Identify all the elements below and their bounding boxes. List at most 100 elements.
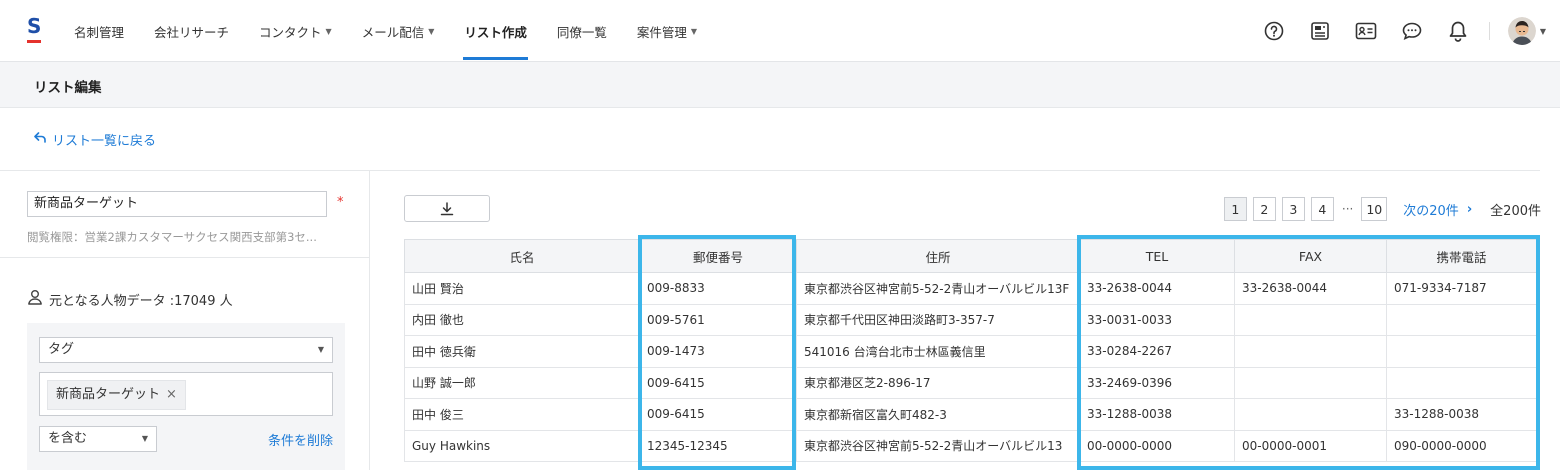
- main-nav: 名刺管理 会社リサーチ コンタクト ▼ メール配信 ▼ リスト作成 同僚一覧 案件管理 ▼: [74, 0, 727, 62]
- delete-condition-link[interactable]: 条件を削除: [268, 430, 333, 449]
- pagination: 1 2 3 4 ··· 10 次の20件 › 全200件: [1218, 197, 1541, 221]
- nav-item-label: 案件管理: [636, 24, 687, 40]
- chevron-down-icon[interactable]: ▼: [1540, 27, 1546, 36]
- table-cell: 33-1288-0038: [1386, 398, 1537, 431]
- nav-item-3[interactable]: メール配信 ▼: [362, 0, 435, 62]
- condition-value: を含む: [48, 431, 88, 446]
- table-cell: 33-2469-0396: [1079, 366, 1235, 399]
- filter-field-select[interactable]: タグ ▼: [39, 337, 333, 363]
- nav-item-4[interactable]: リスト作成: [463, 0, 528, 62]
- table-cell: 009-1473: [639, 335, 797, 368]
- table-cell: 33-0284-2267: [1079, 335, 1235, 368]
- page-button-last[interactable]: 10: [1361, 197, 1388, 221]
- table-row[interactable]: 田中 俊三 009-6415 東京都新宿区富久町482-3 33-1288-0038 3…: [404, 398, 1537, 431]
- chevron-down-icon: ▼: [690, 26, 698, 36]
- back-to-list-link[interactable]: リスト一覧に戻る: [34, 130, 156, 149]
- table-cell: 山田 賢治: [404, 272, 640, 305]
- table-cell: 東京都渋谷区神宮前5-52-2青山オーバルビル13F: [796, 272, 1080, 305]
- nav-item-label: コンタクト: [259, 24, 322, 40]
- table-cell: 山野 誠一郎: [404, 366, 640, 399]
- table-cell: 071-9334-7187: [1386, 272, 1537, 305]
- table-row[interactable]: 山田 賢治 009-8833 東京都渋谷区神宮前5-52-2青山オーバルビル13F 3…: [404, 272, 1537, 305]
- header-icons: ▼: [1239, 15, 1546, 47]
- table-row[interactable]: 田中 徳兵衛 009-1473 541016 台湾台北市士林區義信里 33-0284-…: [404, 335, 1537, 368]
- source-data-label: 元となる人物データ :17049 人: [49, 293, 233, 309]
- list-name-input[interactable]: 新商品ターゲット: [27, 191, 327, 217]
- nav-item-6[interactable]: 案件管理 ▼: [637, 0, 697, 62]
- required-mark: *: [337, 195, 344, 210]
- app-logo[interactable]: S: [27, 16, 43, 46]
- header-separator: [1488, 22, 1490, 40]
- next-page-link[interactable]: 次の20件 ›: [1403, 200, 1472, 219]
- download-button[interactable]: [404, 195, 490, 222]
- table-cell: 田中 徳兵衛: [404, 335, 640, 368]
- table-cell: [1234, 303, 1387, 336]
- page-button-1[interactable]: 1: [1223, 197, 1247, 221]
- chevron-down-icon: ▼: [325, 26, 332, 36]
- page-button-2[interactable]: 2: [1252, 197, 1276, 221]
- column-header[interactable]: 携帯電話: [1386, 239, 1537, 273]
- column-header[interactable]: FAX: [1234, 239, 1387, 273]
- next-page-label: 次の20件: [1403, 203, 1459, 219]
- table-cell: 33-2638-0044: [1234, 272, 1387, 305]
- table-row[interactable]: 内田 徹也 009-5761 東京都千代田区神田淡路町3-357-7 33-0031-…: [404, 303, 1537, 336]
- nav-item-1[interactable]: 会社リサーチ: [154, 0, 229, 62]
- total-count: 全200件: [1490, 203, 1541, 219]
- table-cell: Guy Hawkins: [404, 429, 640, 462]
- table-row[interactable]: 山野 誠一郎 009-6415 東京都港区芝2-896-17 33-2469-0396: [404, 366, 1537, 399]
- news-icon[interactable]: [1309, 20, 1331, 42]
- nav-item-0[interactable]: 名刺管理: [74, 0, 124, 62]
- table-cell: 33-0031-0033: [1079, 303, 1235, 336]
- top-header: S 名刺管理 会社リサーチ コンタクト ▼ メール配信 ▼ リスト作成 同僚一覧 案件管理 ▼ ▼: [0, 0, 1560, 62]
- table-cell: 009-5761: [639, 303, 797, 336]
- table-cell: 090-0000-0000: [1386, 429, 1537, 462]
- table-cell: 東京都渋谷区神宮前5-52-2青山オーバルビル13: [796, 429, 1080, 462]
- filter-field-value: タグ: [48, 342, 75, 357]
- column-header[interactable]: TEL: [1079, 239, 1235, 273]
- person-icon: [27, 289, 43, 309]
- table-cell: 33-1288-0038: [1079, 398, 1235, 431]
- table-cell: 内田 徹也: [404, 303, 640, 336]
- chevron-right-icon: ›: [1466, 201, 1473, 217]
- table-cell: [1386, 303, 1537, 336]
- table-cell: 田中 俊三: [404, 398, 640, 431]
- nav-item-label: 会社リサーチ: [154, 24, 230, 40]
- list-settings-panel: 新商品ターゲット * 閲覧権限：営業2課カスタマーサクセス関西支部第3セ... …: [0, 171, 370, 470]
- table-row[interactable]: Guy Hawkins 12345-12345 東京都渋谷区神宮前5-52-2青山オ…: [404, 429, 1537, 462]
- condition-select[interactable]: を含む ▼: [39, 426, 157, 452]
- nav-item-2[interactable]: コンタクト ▼: [259, 0, 332, 62]
- table-cell: [1234, 366, 1387, 399]
- table-header-row: 氏名 郵便番号 住所 TEL FAX 携帯電話: [404, 239, 1537, 273]
- nav-item-5[interactable]: 同僚一覧: [557, 0, 607, 62]
- user-avatar[interactable]: [1507, 17, 1536, 45]
- column-header[interactable]: 氏名: [404, 239, 640, 273]
- table-cell: 東京都港区芝2-896-17: [796, 366, 1080, 399]
- help-icon[interactable]: [1263, 20, 1285, 42]
- column-header[interactable]: 住所: [796, 239, 1080, 273]
- logo-underline: [27, 40, 41, 43]
- nav-item-label: 名刺管理: [74, 24, 125, 40]
- nav-item-label: 同僚一覧: [556, 24, 607, 40]
- table-cell: 東京都千代田区神田淡路町3-357-7: [796, 303, 1080, 336]
- page-button-3[interactable]: 3: [1281, 197, 1305, 221]
- panel-divider: [0, 257, 370, 258]
- page-button-4[interactable]: 4: [1310, 197, 1334, 221]
- table-cell: [1234, 398, 1387, 431]
- page-ellipsis: ···: [1341, 202, 1354, 216]
- tag-input-area[interactable]: 新商品ターゲット ×: [39, 372, 333, 416]
- table-cell: 009-8833: [639, 272, 797, 305]
- chevron-down-icon: ▼: [428, 26, 435, 36]
- bell-icon[interactable]: [1447, 20, 1469, 42]
- table-cell: 12345-12345: [639, 429, 797, 462]
- contact-card-icon[interactable]: [1355, 20, 1377, 42]
- page-header-bar: リスト編集: [0, 62, 1560, 108]
- remove-tag-icon[interactable]: ×: [166, 381, 177, 409]
- tag-chip-label: 新商品ターゲット: [56, 387, 161, 402]
- column-header[interactable]: 郵便番号: [639, 239, 797, 273]
- table-cell: 00-0000-0000: [1079, 429, 1235, 462]
- nav-item-label: メール配信: [361, 24, 425, 40]
- chat-icon[interactable]: [1401, 20, 1423, 42]
- contact-table: 氏名 郵便番号 住所 TEL FAX 携帯電話 山田 賢治 009-8833 東京都渋谷区神宮…: [404, 239, 1537, 462]
- page-title: リスト編集: [34, 80, 102, 96]
- table-cell: 009-6415: [639, 398, 797, 431]
